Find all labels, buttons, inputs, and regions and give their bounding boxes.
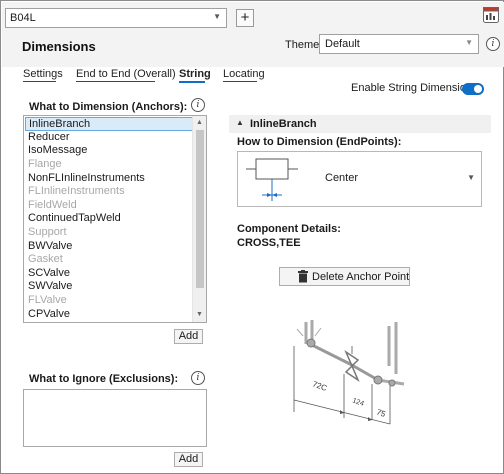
anchors-title: What to Dimension (Anchors): bbox=[29, 101, 188, 113]
list-item[interactable]: Gasket bbox=[25, 253, 193, 267]
endpoint-select-value: Center bbox=[325, 172, 359, 184]
exclusions-title: What to Ignore (Exclusions): bbox=[29, 373, 179, 385]
app-logo-icon[interactable] bbox=[483, 7, 499, 23]
dim-label-3: 75 bbox=[375, 407, 387, 419]
endpoint-select[interactable]: Center ▼ bbox=[237, 151, 482, 207]
enable-string-toggle[interactable] bbox=[462, 83, 484, 95]
scrollbar-thumb[interactable] bbox=[196, 130, 204, 288]
how-to-dimension-label: How to Dimension (EndPoints): bbox=[237, 136, 402, 148]
tab-underline-locating bbox=[223, 81, 257, 82]
tab-underline-string bbox=[179, 81, 205, 83]
document-combo[interactable]: B04L ▼ bbox=[5, 8, 227, 28]
theme-select[interactable]: Default ▼ bbox=[319, 34, 479, 54]
tab-underline-end-to-end bbox=[76, 81, 155, 82]
delete-anchor-label: Delete Anchor Point bbox=[312, 271, 410, 283]
tab-string[interactable]: String bbox=[179, 68, 211, 80]
component-details-label: Component Details: bbox=[237, 223, 341, 235]
section-title: InlineBranch bbox=[250, 118, 317, 130]
component-details-value: CROSS,TEE bbox=[237, 237, 301, 249]
tab-locating[interactable]: Locating bbox=[223, 68, 265, 80]
scroll-up-icon[interactable]: ▲ bbox=[193, 117, 206, 129]
list-item[interactable]: InlineBranch bbox=[25, 117, 193, 131]
exclusions-list[interactable] bbox=[23, 389, 207, 447]
theme-label: Theme: bbox=[285, 39, 323, 51]
scroll-down-icon[interactable]: ▼ bbox=[193, 309, 206, 321]
tab-end-to-end[interactable]: End to End (Overall) bbox=[76, 68, 176, 80]
dimensions-window: B04L ▼ + Dimensions Theme: Default ▼ i S… bbox=[0, 0, 504, 474]
chevron-down-icon: ▼ bbox=[467, 173, 475, 182]
list-item[interactable]: FieldWeld bbox=[25, 199, 193, 213]
list-item[interactable]: Reducer bbox=[25, 131, 193, 145]
add-exclusion-button[interactable]: Add bbox=[174, 452, 203, 467]
page-title: Dimensions bbox=[22, 39, 96, 54]
toggle-knob bbox=[474, 85, 482, 93]
delete-anchor-button[interactable]: Delete Anchor Point bbox=[279, 267, 410, 286]
list-item[interactable]: Support bbox=[25, 226, 193, 240]
list-item[interactable]: FLInlineInstruments bbox=[25, 185, 193, 199]
list-item[interactable]: NonFLInlineInstruments bbox=[25, 172, 193, 186]
chevron-down-icon: ▼ bbox=[213, 12, 221, 21]
tab-underline-settings bbox=[23, 81, 56, 82]
inline-branch-section-header[interactable]: ▲ InlineBranch bbox=[229, 115, 491, 133]
exclusions-info-icon[interactable]: i bbox=[191, 371, 205, 385]
help-info-icon[interactable]: i bbox=[486, 37, 500, 51]
dim-label-1: 72C bbox=[311, 379, 328, 393]
anchors-info-icon[interactable]: i bbox=[191, 98, 205, 112]
header-bar: B04L ▼ + Dimensions Theme: Default ▼ i bbox=[2, 2, 504, 67]
list-item[interactable]: BWValve bbox=[25, 240, 193, 254]
document-combo-value: B04L bbox=[10, 12, 36, 24]
dim-label-2: 124 bbox=[351, 397, 364, 408]
anchors-scrollbar[interactable]: ▲ ▼ bbox=[192, 116, 206, 322]
theme-select-value: Default bbox=[325, 38, 360, 50]
list-item[interactable]: IsoMessage bbox=[25, 144, 193, 158]
center-dimension-icon bbox=[246, 158, 298, 201]
anchors-list[interactable]: InlineBranch Reducer IsoMessage Flange N… bbox=[23, 115, 207, 323]
collapse-triangle-icon[interactable]: ▲ bbox=[236, 118, 244, 127]
add-anchor-button[interactable]: Add bbox=[174, 329, 203, 344]
list-item[interactable]: ContinuedTapWeld bbox=[25, 212, 193, 226]
list-item[interactable]: FLValve bbox=[25, 294, 193, 308]
list-item[interactable]: SWValve bbox=[25, 280, 193, 294]
list-item[interactable]: CPValve bbox=[25, 308, 193, 322]
trash-icon bbox=[298, 270, 308, 283]
list-item[interactable]: SCValve bbox=[25, 267, 193, 281]
add-document-button[interactable]: + bbox=[236, 9, 254, 27]
chevron-down-icon: ▼ bbox=[465, 38, 473, 47]
tab-settings[interactable]: Settings bbox=[23, 68, 63, 80]
list-item[interactable]: Flange bbox=[25, 158, 193, 172]
string-dimension-preview-image: 72C 124 75 bbox=[293, 320, 405, 425]
